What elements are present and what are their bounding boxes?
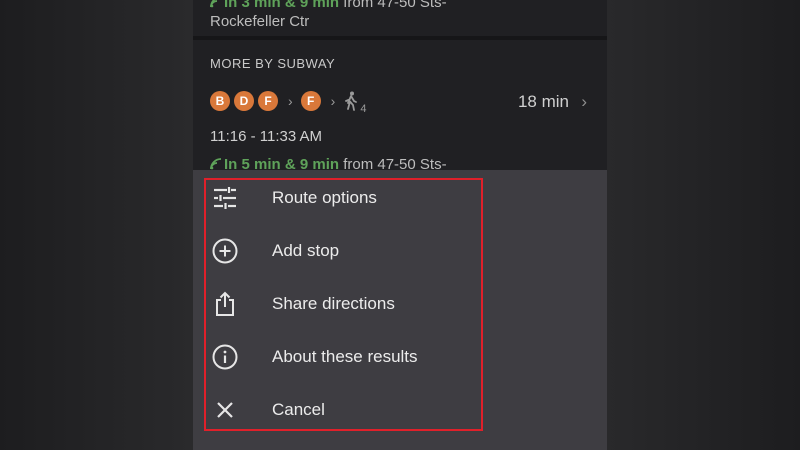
- walk-segment: 4: [343, 91, 366, 115]
- phone-screen: In 3 min & 9 min from 47-50 Sts- Rockefe…: [193, 0, 607, 450]
- close-icon: [211, 396, 239, 424]
- chevron-right-icon: ›: [581, 92, 587, 111]
- about-results-button[interactable]: About these results: [205, 330, 595, 383]
- line-badge-f-transfer: F: [300, 91, 321, 111]
- add-circle-icon: [211, 237, 239, 265]
- share-directions-label: Share directions: [272, 293, 395, 313]
- walk-minutes: 4: [360, 103, 367, 115]
- realtime-station: from 47-50 Sts-: [339, 0, 447, 11]
- screen: In 3 min & 9 min from 47-50 Sts- Rockefe…: [0, 0, 800, 450]
- section-title: MORE BY SUBWAY: [210, 56, 336, 71]
- background-blur-right: [607, 0, 800, 450]
- route-options-label: Route options: [272, 187, 377, 207]
- line-badge-d: D: [234, 91, 254, 111]
- route-options-button[interactable]: Route options: [205, 171, 595, 224]
- chevron-right-icon: ›: [330, 93, 336, 109]
- subway-route-card[interactable]: MORE BY SUBWAY B D F › F › 4 18 min › 11…: [193, 40, 607, 180]
- background-blur-left: [0, 0, 193, 450]
- share-directions-button[interactable]: Share directions: [205, 277, 595, 330]
- line-badge-f: F: [258, 91, 278, 111]
- cancel-label: Cancel: [272, 399, 325, 419]
- realtime-icon: [210, 158, 222, 170]
- route-line-badges: B D F › F › 4: [210, 90, 366, 115]
- walking-icon: [345, 91, 358, 111]
- cancel-button[interactable]: Cancel: [205, 383, 595, 436]
- realtime-info: In 3 min & 9 min from 47-50 Sts-: [210, 0, 447, 11]
- realtime-icon: [210, 0, 218, 8]
- info-icon: [211, 343, 239, 371]
- previous-route-card[interactable]: In 3 min & 9 min from 47-50 Sts- Rockefe…: [193, 0, 607, 36]
- tune-icon: [211, 184, 239, 212]
- trip-time-range: 11:16 - 11:33 AM: [210, 128, 323, 145]
- realtime-arrivals: In 3 min & 9 min: [224, 0, 340, 11]
- chevron-right-icon: ›: [288, 93, 293, 109]
- about-results-label: About these results: [272, 346, 418, 366]
- line-badge-b: B: [210, 91, 230, 111]
- add-stop-button[interactable]: Add stop: [205, 224, 595, 277]
- share-icon: [211, 290, 239, 318]
- trip-duration: 18 min: [517, 92, 569, 111]
- add-stop-label: Add stop: [272, 240, 340, 260]
- action-sheet: Route options Add stop Share directions …: [193, 170, 607, 450]
- station-name: Rockefeller Ctr: [210, 13, 310, 30]
